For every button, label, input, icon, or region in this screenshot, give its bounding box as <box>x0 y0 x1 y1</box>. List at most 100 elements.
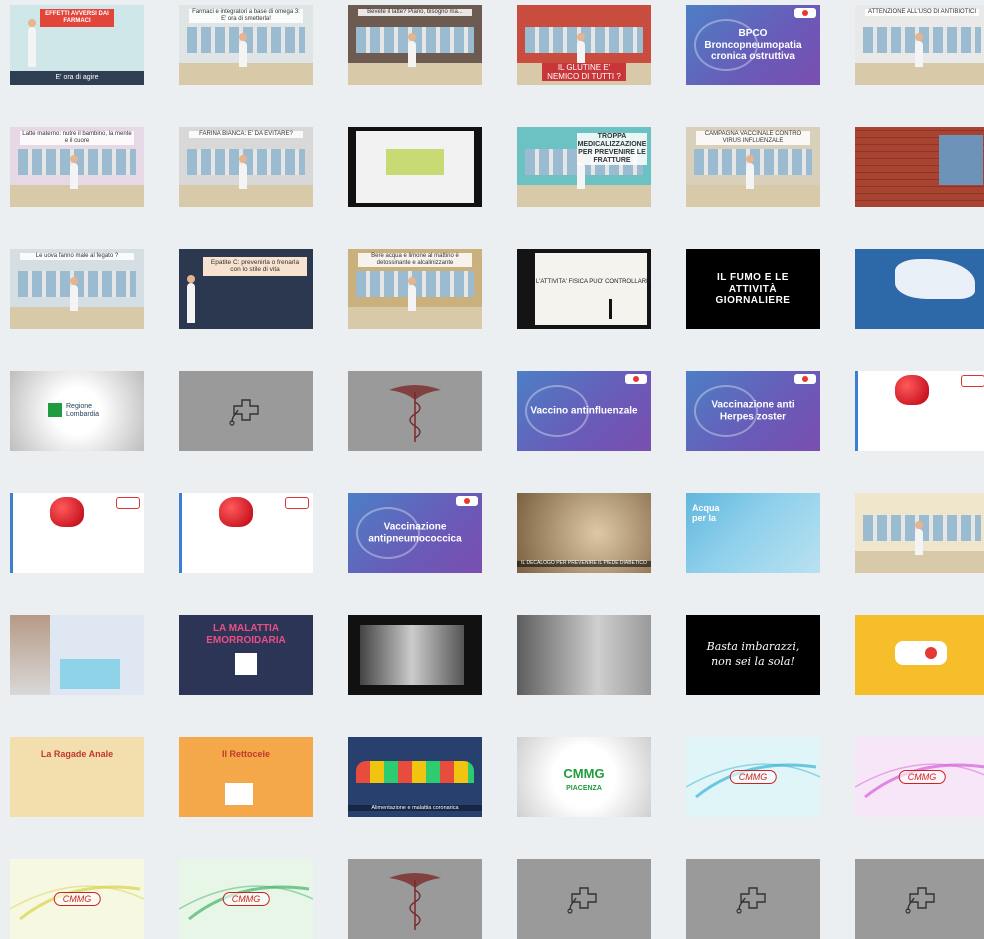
thumbnail-title: ATTENZIONE ALL'USO DI ANTIBIOTICI <box>865 9 979 16</box>
video-thumbnail[interactable] <box>517 615 651 695</box>
thumbnail-title: FARINA BIANCA: E' DA EVITARE? <box>189 131 303 138</box>
thumbnail-title: Epatite C: prevenirla o frenarla con lo … <box>203 257 307 276</box>
thumbnail-title: TROPPA MEDICALIZZAZIONE PER PREVENIRE LE… <box>577 133 647 166</box>
video-thumbnail[interactable] <box>348 127 482 207</box>
cmmg-corner-logo <box>961 375 984 387</box>
thumbnail-title: IL FUMO E LE ATTIVITÀ GIORNALIERE <box>715 271 791 306</box>
thumbnail-title: L'ATTIVITA' FISICA PUO' CONTROLLARE <box>535 279 651 285</box>
whiteboard <box>535 253 647 325</box>
video-thumbnail[interactable]: IL GLUTINE E' NEMICO DI TUTTI ? <box>517 5 651 85</box>
caduceus-icon <box>389 873 441 930</box>
video-thumbnail[interactable]: LA MALATTIA EMORROIDARIA <box>179 615 313 695</box>
character-figure <box>239 155 247 189</box>
video-thumbnail[interactable]: Bevete il latte? Piano, bisogno ma... <box>348 5 482 85</box>
video-thumbnail[interactable]: La Ragade Anale <box>10 737 144 817</box>
blue-border <box>855 371 858 451</box>
heart-icon <box>895 375 929 405</box>
video-thumbnail[interactable]: BPCO Broncopneumopatia cronica ostruttiv… <box>686 5 820 85</box>
illustration-box <box>225 783 253 805</box>
thumbnail-title: Vaccinazione antipneumococcica <box>368 521 462 545</box>
video-thumbnail[interactable] <box>10 493 144 573</box>
caduceus-icon <box>389 385 441 442</box>
thumbnail-title: LA MALATTIA EMORROIDARIA <box>206 623 286 646</box>
video-thumbnail[interactable] <box>855 615 984 695</box>
video-thumbnail[interactable]: FARINA BIANCA: E' DA EVITARE? <box>179 127 313 207</box>
video-thumbnail[interactable] <box>855 859 984 939</box>
video-thumbnail[interactable] <box>179 371 313 451</box>
video-thumbnail[interactable]: CAMPAGNA VACCINALE CONTRO VIRUS INFLUENZ… <box>686 127 820 207</box>
thumbnail-title: CAMPAGNA VACCINALE CONTRO VIRUS INFLUENZ… <box>696 131 810 145</box>
thumbnail-title: Le uova fanno male al fegato ? <box>20 253 134 260</box>
character-figure <box>915 521 923 555</box>
blue-border <box>179 493 182 573</box>
video-thumbnail[interactable]: CMMG <box>686 737 820 817</box>
cmmg-corner-logo <box>285 497 309 509</box>
video-thumbnail[interactable] <box>855 249 984 329</box>
video-thumbnail[interactable] <box>855 127 984 207</box>
video-thumbnail[interactable]: CMMG <box>179 859 313 939</box>
video-thumbnail[interactable]: L'ATTIVITA' FISICA PUO' CONTROLLARE <box>517 249 651 329</box>
heart-icon <box>219 497 253 527</box>
video-thumbnail[interactable]: Il Rettocele <box>179 737 313 817</box>
thumbnail-title: EFFETTI AVVERSI DAI FARMACI <box>40 9 114 27</box>
character-figure <box>746 155 754 189</box>
cmmg-logo-badge <box>895 641 947 665</box>
video-thumbnail[interactable]: Regione Lombardia <box>10 371 144 451</box>
video-thumbnail[interactable]: CMMG PIACENZA <box>517 737 651 817</box>
video-thumbnail[interactable] <box>517 859 651 939</box>
video-thumbnail[interactable] <box>348 859 482 939</box>
video-thumbnail-grid: EFFETTI AVVERSI DAI FARMACI E' ora di agi… <box>10 5 984 939</box>
character-figure <box>70 277 78 311</box>
character-figure <box>239 33 247 67</box>
video-thumbnail[interactable]: TROPPA MEDICALIZZAZIONE PER PREVENIRE LE… <box>517 127 651 207</box>
video-thumbnail[interactable]: IL FUMO E LE ATTIVITÀ GIORNALIERE <box>686 249 820 329</box>
portrait-photo <box>10 615 50 695</box>
illustration-box <box>235 653 257 675</box>
video-thumbnail[interactable]: Acqua per la <box>686 493 820 573</box>
map-landmass <box>895 259 975 299</box>
cmmg-corner-logo <box>625 374 647 384</box>
thumbnail-caption: E' ora di agire <box>10 70 144 85</box>
video-thumbnail[interactable]: EFFETTI AVVERSI DAI FARMACI E' ora di agi… <box>10 5 144 85</box>
thumbnail-title: Bevete il latte? Piano, bisogno ma... <box>358 9 472 16</box>
video-thumbnail[interactable]: Vaccino antinfluenzale <box>517 371 651 451</box>
video-thumbnail[interactable] <box>686 859 820 939</box>
video-thumbnail[interactable] <box>179 493 313 573</box>
thumbnail-title: La Ragade Anale <box>40 749 114 759</box>
video-thumbnail[interactable]: ATTENZIONE ALL'USO DI ANTIBIOTICI <box>855 5 984 85</box>
regione-logo-icon <box>48 403 62 417</box>
thumbnail-caption: PIACENZA <box>566 785 602 792</box>
video-thumbnail[interactable]: Vaccinazione antipneumococcica <box>348 493 482 573</box>
thumbnail-title: Vaccino antinfluenzale <box>530 405 638 417</box>
heart-icon <box>50 497 84 527</box>
character-figure <box>70 155 78 189</box>
video-thumbnail[interactable]: Bere acqua e limone al mattino è detossi… <box>348 249 482 329</box>
video-thumbnail[interactable]: Latte materno: nutre il bambino, la ment… <box>10 127 144 207</box>
thumbnail-caption: Alimentazione e malattia coronarica <box>348 804 482 811</box>
character-figure <box>408 33 416 67</box>
character-figure <box>577 155 585 189</box>
cross-logo-icon <box>905 887 935 914</box>
video-thumbnail[interactable] <box>348 371 482 451</box>
video-thumbnail[interactable]: Basta imbarazzi, non sei la sola! <box>686 615 820 695</box>
video-thumbnail[interactable]: Alimentazione e malattia coronarica <box>348 737 482 817</box>
cmmg-logo-badge: CMMG <box>729 770 777 784</box>
marker-line <box>609 299 612 319</box>
video-thumbnail[interactable] <box>855 493 984 573</box>
video-thumbnail[interactable]: Le uova fanno male al fegato ? <box>10 249 144 329</box>
blue-panel <box>60 659 120 689</box>
video-thumbnail[interactable]: Epatite C: prevenirla o frenarla con lo … <box>179 249 313 329</box>
thumbnail-title: Bere acqua e limone al mattino è detossi… <box>358 253 472 267</box>
highlight-box <box>386 149 444 175</box>
video-thumbnail[interactable] <box>348 615 482 695</box>
video-thumbnail[interactable] <box>10 615 144 695</box>
video-thumbnail[interactable]: Farmaci e integratori a base di omega 3:… <box>179 5 313 85</box>
video-thumbnail[interactable] <box>855 371 984 451</box>
cmmg-logo-badge: CMMG <box>53 892 101 906</box>
cmmg-dot-icon <box>925 647 937 659</box>
video-thumbnail[interactable]: CMMG <box>10 859 144 939</box>
blue-border <box>10 493 13 573</box>
video-thumbnail[interactable]: Vaccinazione anti Herpes zoster <box>686 371 820 451</box>
video-thumbnail[interactable]: IL DECALOGO PER PREVENIRE IL PIEDE DIABE… <box>517 493 651 573</box>
video-thumbnail[interactable]: CMMG <box>855 737 984 817</box>
